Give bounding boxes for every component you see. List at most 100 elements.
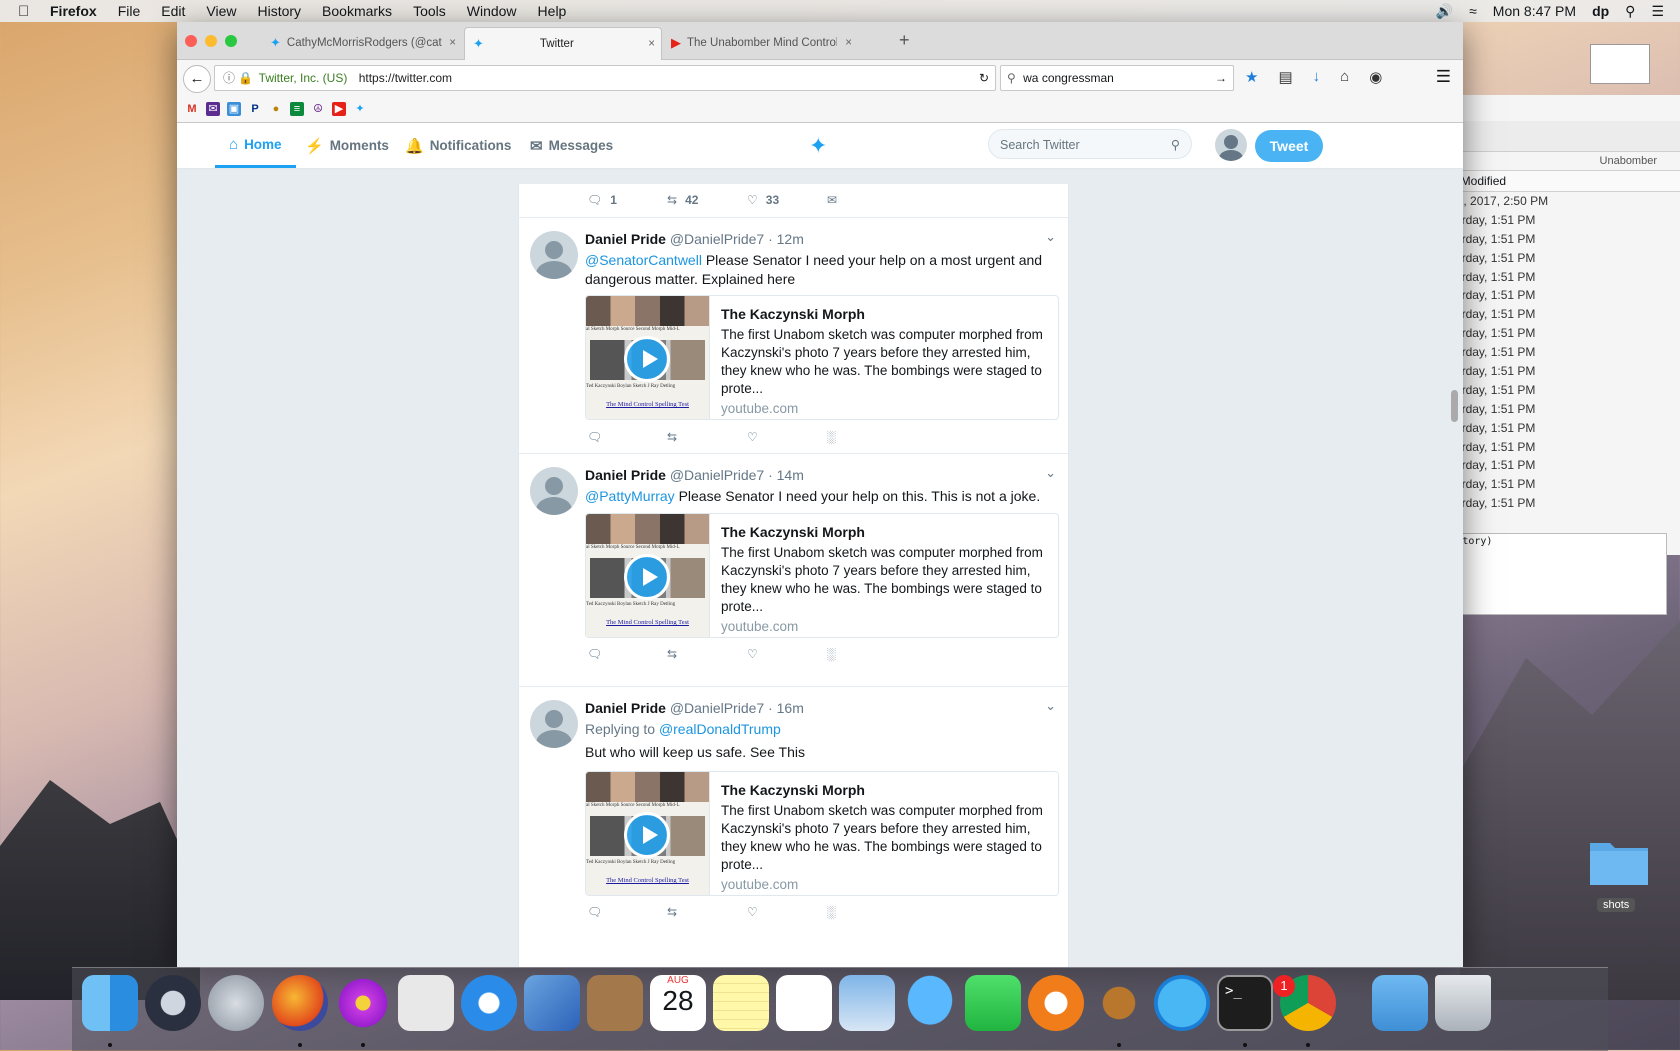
nav-notifications[interactable]: 🔔 Notifications	[405, 123, 511, 168]
chevron-down-icon[interactable]: ⌄	[1045, 698, 1056, 714]
mail-icon[interactable]	[524, 975, 580, 1031]
menu-help[interactable]: Help	[538, 3, 567, 19]
avatar[interactable]	[1215, 129, 1247, 161]
reply-button[interactable]: 🗨	[587, 430, 667, 444]
wifi-icon[interactable]: ≈	[1469, 3, 1477, 19]
nav-home[interactable]: ⌂ Home	[215, 123, 296, 168]
quicktime-icon[interactable]	[145, 975, 201, 1031]
dm-button[interactable]: ✉	[827, 193, 907, 207]
tweet-handle[interactable]: @DanielPride7 · 14m	[670, 467, 804, 483]
tweet-author-name[interactable]: Daniel Pride	[585, 231, 666, 247]
paypal-icon[interactable]: P	[248, 102, 262, 116]
notes-icon[interactable]	[713, 975, 769, 1031]
url-text[interactable]: https://twitter.com	[359, 71, 452, 85]
facetime-icon[interactable]	[965, 975, 1021, 1031]
avatar[interactable]	[530, 231, 578, 279]
menubar-user[interactable]: dp	[1592, 3, 1609, 19]
retweet-button[interactable]: ⇆ 42	[667, 193, 747, 207]
close-window-button[interactable]	[185, 35, 197, 47]
zoom-window-button[interactable]	[225, 35, 237, 47]
page-scrollbar[interactable]	[1451, 240, 1459, 940]
tab-twitter[interactable]: ✦ Twitter ×	[464, 27, 662, 60]
chevron-down-icon[interactable]: ⌄	[1045, 229, 1056, 245]
avatar[interactable]	[530, 467, 578, 515]
menu-app-firefox[interactable]: Firefox	[50, 3, 97, 19]
calendar-icon[interactable]: AUG 28	[650, 975, 706, 1031]
green-bookmark-icon[interactable]: ≡	[290, 102, 304, 116]
tweet-button[interactable]: Tweet	[1255, 130, 1323, 162]
reminders-icon[interactable]	[776, 975, 832, 1031]
menu-bookmarks[interactable]: Bookmarks	[322, 3, 392, 19]
gmail-icon[interactable]: M	[185, 102, 199, 116]
search-icon[interactable]: ⚲	[1171, 130, 1180, 160]
analytics-button[interactable]: ░	[827, 647, 907, 661]
tweet[interactable]: Daniel Pride @DanielPride7 · 12m ⌄ @Sena…	[519, 217, 1068, 453]
tweet-mention[interactable]: @PattyMurray	[585, 488, 675, 504]
menubar-clock[interactable]: Mon 8:47 PM	[1493, 3, 1576, 19]
retweet-button[interactable]: ⇆	[667, 430, 747, 444]
search-bar[interactable]: ⚲ wa congressman →	[1000, 65, 1234, 91]
tweet-mention[interactable]: @SenatorCantwell	[585, 252, 702, 268]
scrollbar-thumb[interactable]	[1451, 390, 1458, 422]
downloads-folder-icon[interactable]	[1372, 975, 1428, 1031]
trash-icon[interactable]	[1435, 975, 1491, 1031]
contacts-icon[interactable]	[587, 975, 643, 1031]
close-tab-icon[interactable]: ×	[648, 28, 655, 60]
terminal-icon[interactable]: >_	[1217, 975, 1273, 1031]
chevron-down-icon[interactable]: ⌄	[1045, 465, 1056, 481]
volume-icon[interactable]: 🔊	[1436, 3, 1453, 20]
peace-icon[interactable]: ☮	[311, 102, 325, 116]
bookmark-blue-icon[interactable]: ▣	[227, 102, 241, 116]
nav-moments[interactable]: ⚡ Moments	[305, 123, 389, 168]
twitter-icon[interactable]: ✦	[353, 102, 367, 116]
flower-app-icon[interactable]	[335, 975, 391, 1031]
home-icon[interactable]: ⌂	[1340, 68, 1349, 86]
tweet-author-name[interactable]: Daniel Pride	[585, 467, 666, 483]
reload-icon[interactable]: ↻	[979, 66, 989, 90]
replying-mention[interactable]: @realDonaldTrump	[659, 721, 781, 737]
ibooks-icon[interactable]	[1028, 975, 1084, 1031]
folder-label[interactable]: shots	[1597, 898, 1636, 912]
reading-list-icon[interactable]: ▤	[1278, 68, 1292, 86]
card-thumbnail[interactable]: al Sketch Morph Source Second Morph Mid-…	[586, 514, 710, 637]
like-button[interactable]: ♡ 33	[747, 193, 827, 207]
like-button[interactable]: ♡	[747, 647, 827, 661]
menu-window[interactable]: Window	[467, 3, 517, 19]
yahoo-mail-icon[interactable]: ✉	[206, 102, 220, 116]
reply-button[interactable]: 🗨 1	[587, 193, 667, 207]
youtube-icon[interactable]: ▶	[332, 102, 346, 116]
tab-unabomber-youtube[interactable]: ▶ The Unabomber Mind Control ×	[663, 27, 858, 59]
messages-icon[interactable]	[902, 975, 958, 1031]
menu-tools[interactable]: Tools	[413, 3, 446, 19]
avatar[interactable]	[530, 700, 578, 748]
lion-app-icon[interactable]	[1091, 975, 1147, 1031]
folder-icon[interactable]	[1588, 835, 1650, 887]
menu-hamburger-icon[interactable]: ☰	[1436, 67, 1451, 87]
search-go-icon[interactable]: →	[1215, 66, 1227, 90]
menu-view[interactable]: View	[206, 3, 236, 19]
tweet[interactable]: Daniel Pride @DanielPride7 · 14m ⌄ @Patt…	[519, 453, 1068, 672]
play-icon[interactable]	[624, 554, 670, 600]
spotlight-icon[interactable]: ⚲	[1625, 3, 1635, 20]
reply-button[interactable]: 🗨	[587, 905, 667, 919]
app-store-icon[interactable]	[1154, 975, 1210, 1031]
url-bar[interactable]: ⓘ 🔒 Twitter, Inc. (US) https://twitter.c…	[214, 65, 996, 91]
menu-history[interactable]: History	[257, 3, 301, 19]
card-thumbnail[interactable]: al Sketch Morph Source Second Morph Mid-…	[586, 296, 710, 419]
retweet-button[interactable]: ⇆	[667, 905, 747, 919]
new-tab-button[interactable]: +	[899, 30, 910, 51]
notification-center-icon[interactable]: ☰	[1651, 3, 1664, 20]
search-input[interactable]: wa congressman	[1023, 71, 1114, 85]
play-icon[interactable]	[624, 812, 670, 858]
back-button[interactable]: ←	[183, 65, 211, 93]
screenshot-thumbnail[interactable]	[1590, 44, 1650, 84]
pocket-icon[interactable]: ◉	[1369, 68, 1382, 86]
safari-icon[interactable]	[461, 975, 517, 1031]
play-icon[interactable]	[624, 336, 670, 382]
scissors-icon[interactable]	[398, 975, 454, 1031]
retweet-button[interactable]: ⇆	[667, 647, 747, 661]
analytics-button[interactable]: ░	[827, 905, 907, 919]
card-thumbnail[interactable]: al Sketch Morph Source Second Morph Mid-…	[586, 772, 710, 895]
bulb-icon[interactable]: ●	[269, 102, 283, 116]
preview-icon[interactable]	[839, 975, 895, 1031]
